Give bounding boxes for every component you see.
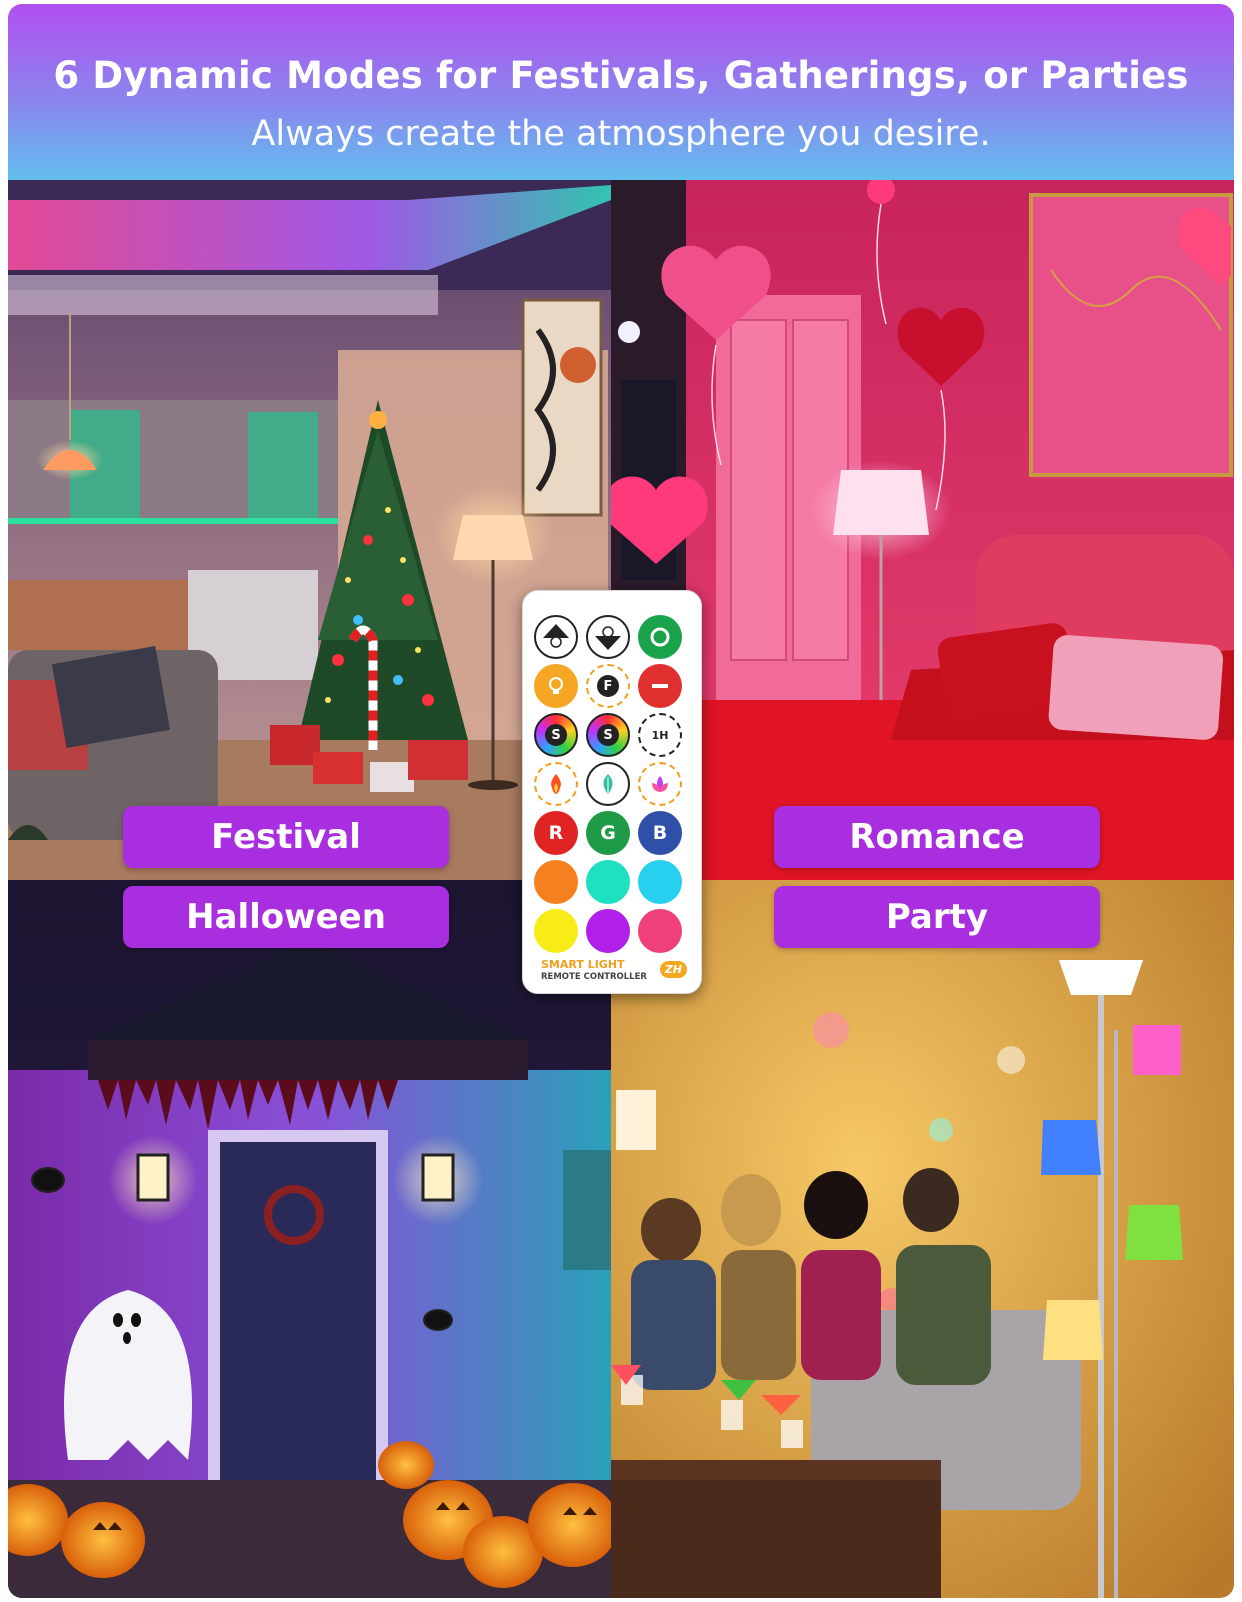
remote-brand-line1: SMART LIGHT [541, 958, 625, 971]
flash-icon[interactable]: F [586, 664, 630, 708]
header-banner: 6 Dynamic Modes for Festivals, Gathering… [8, 4, 1234, 184]
page-title: 6 Dynamic Modes for Festivals, Gathering… [53, 54, 1189, 97]
blue-button[interactable]: B [638, 811, 682, 855]
orange-button[interactable] [534, 860, 578, 904]
cyan-button[interactable] [638, 860, 682, 904]
leaf-mode-icon[interactable] [586, 762, 630, 806]
green-button[interactable]: G [586, 811, 630, 855]
strobe-label: S [597, 724, 619, 746]
remote-button-grid: F S S 1H R G B [534, 615, 690, 953]
brightness-down-icon[interactable] [586, 615, 630, 659]
yellow-button[interactable] [534, 909, 578, 953]
blue-label: B [652, 822, 668, 844]
flash-label: F [597, 675, 619, 697]
page-subtitle: Always create the atmosphere you desire. [251, 114, 991, 154]
brightness-up-icon[interactable] [534, 615, 578, 659]
pink-button[interactable] [638, 909, 682, 953]
red-button[interactable]: R [534, 811, 578, 855]
smooth-mode-icon[interactable]: S [534, 713, 578, 757]
warm-white-icon[interactable] [534, 664, 578, 708]
timer-label: 1H [651, 728, 669, 742]
lotus-mode-icon[interactable] [638, 762, 682, 806]
power-off-icon[interactable] [638, 664, 682, 708]
timer-icon[interactable]: 1H [638, 713, 682, 757]
mode-label-romance: Romance [774, 806, 1100, 868]
strobe-mode-icon[interactable]: S [586, 713, 630, 757]
romance-photo [611, 180, 1234, 880]
mode-label-halloween: Halloween [123, 886, 449, 948]
purple-button[interactable] [586, 909, 630, 953]
green-label: G [600, 822, 616, 844]
party-photo [611, 880, 1234, 1598]
red-label: R [548, 822, 564, 844]
halloween-photo [8, 880, 611, 1598]
remote-controller: F S S 1H R G B SMART LIGHT REMOTE CONTRO… [522, 590, 702, 994]
mode-label-festival: Festival [123, 806, 449, 868]
aqua-button[interactable] [586, 860, 630, 904]
smooth-label: S [545, 724, 567, 746]
mode-label-party: Party [774, 886, 1100, 948]
fire-mode-icon[interactable] [534, 762, 578, 806]
festival-photo [8, 180, 611, 880]
power-on-icon[interactable] [638, 615, 682, 659]
remote-badge: ZH [659, 961, 687, 978]
